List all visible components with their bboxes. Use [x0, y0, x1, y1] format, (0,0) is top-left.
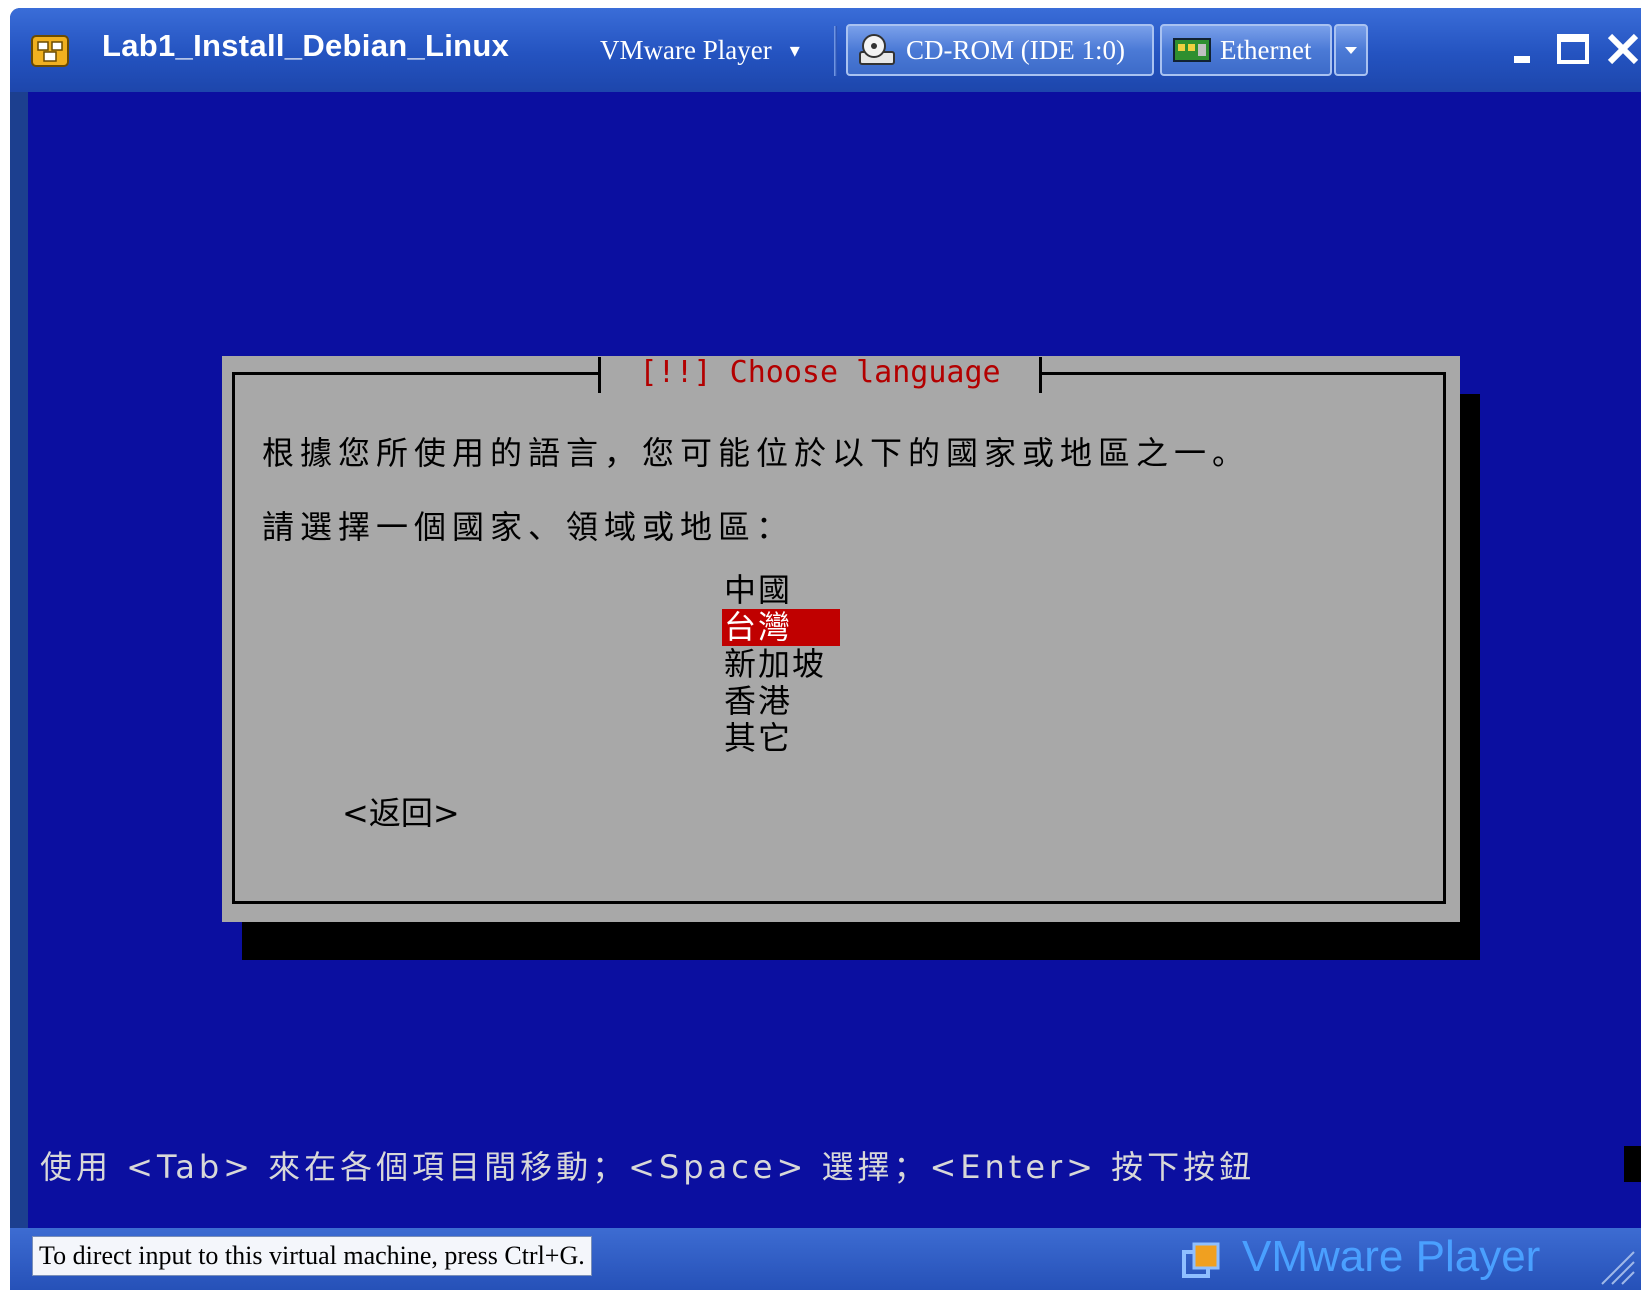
status-message: To direct input to this virtual machine,…	[32, 1236, 592, 1276]
resize-grip-icon[interactable]	[1596, 1246, 1636, 1286]
toolbar-separator	[834, 26, 837, 76]
country-option[interactable]: 其它	[722, 720, 840, 757]
cdrom-device-button[interactable]: CD-ROM (IDE 1:0)	[846, 24, 1154, 76]
cdrom-device-label: CD-ROM (IDE 1:0)	[906, 34, 1125, 65]
window-title: Lab1_Install_Debian_Linux	[102, 28, 510, 63]
country-option-selected[interactable]: 台灣	[722, 609, 840, 646]
ethernet-device-label: Ethernet	[1220, 34, 1312, 65]
dialog-title-box: [!!] Choose language	[598, 355, 1042, 393]
status-bar: To direct input to this virtual machine,…	[10, 1228, 1641, 1290]
back-button[interactable]: <返回>	[342, 788, 460, 834]
country-option[interactable]: 香港	[722, 683, 840, 720]
ethernet-device-button[interactable]: Ethernet	[1160, 24, 1332, 76]
dialog-prompt-line1: 根據您所使用的語言，您可能位於以下的國家或地區之一。	[262, 434, 1251, 472]
vmware-player-menu[interactable]: VMware Player ▾	[600, 30, 800, 70]
vmware-player-window: Lab1_Install_Debian_Linux VMware Player …	[10, 8, 1641, 1290]
country-list[interactable]: 中國 台灣 新加坡 香港 其它	[722, 572, 840, 757]
vmware-brand-text: VMware Player	[1242, 1232, 1541, 1281]
vmware-logo-icon	[1182, 1242, 1220, 1278]
vmware-app-icon[interactable]	[30, 30, 70, 70]
network-adapter-icon	[1173, 38, 1211, 62]
installer-help-line: 使用 <Tab> 來在各個項目間移動；<Space> 選擇；<Enter> 按下…	[40, 1148, 1256, 1186]
dialog-title: [!!] Choose language	[639, 355, 1001, 390]
devices-more-button[interactable]	[1334, 24, 1368, 76]
text-cursor	[1624, 1146, 1641, 1182]
chevron-down-icon[interactable]: ▾	[790, 38, 800, 63]
country-option[interactable]: 新加坡	[722, 646, 840, 683]
dialog-prompt-line2: 請選擇一個國家、領域或地區：	[262, 508, 795, 546]
country-option[interactable]: 中國	[722, 572, 840, 609]
title-bar: Lab1_Install_Debian_Linux VMware Player …	[10, 8, 1641, 92]
guest-vm-screen[interactable]: [!!] Choose language 根據您所使用的語言，您可能位於以下的國…	[28, 92, 1641, 1228]
player-menu-label[interactable]: VMware Player	[600, 35, 772, 66]
close-button[interactable]	[1600, 26, 1641, 72]
maximize-button[interactable]	[1550, 26, 1596, 72]
minimize-button[interactable]	[1500, 26, 1546, 72]
chevron-down-icon	[1345, 47, 1357, 54]
cdrom-icon	[859, 34, 895, 65]
choose-language-dialog: [!!] Choose language 根據您所使用的語言，您可能位於以下的國…	[222, 355, 1460, 922]
